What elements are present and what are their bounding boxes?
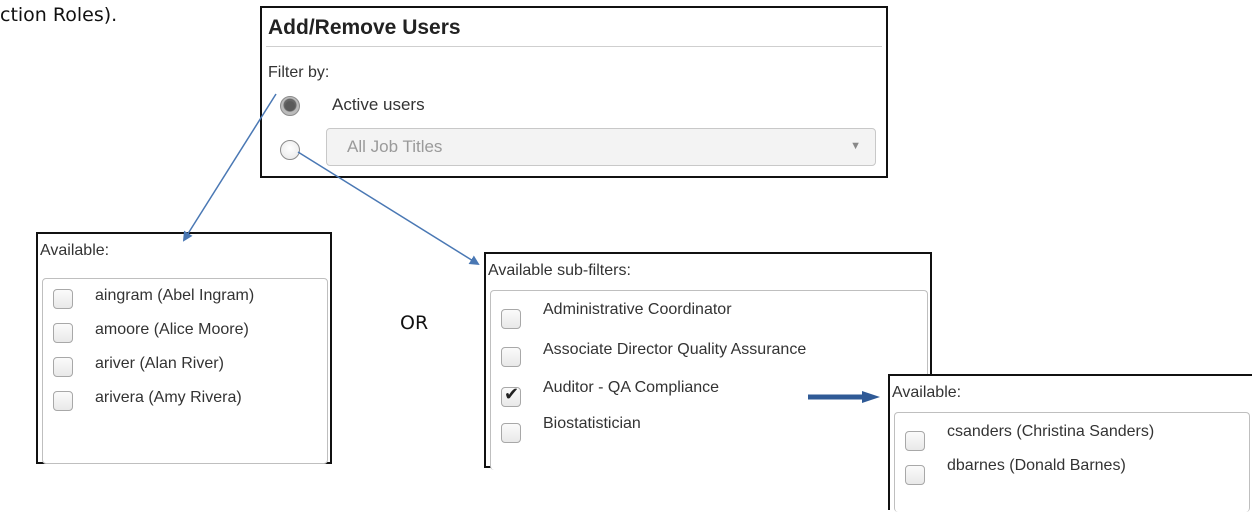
arrow-to-available — [182, 93, 277, 242]
arrow-to-filtered-head — [862, 391, 880, 403]
arrow-to-sub-filters — [297, 151, 480, 266]
annotation-arrows — [182, 93, 880, 403]
